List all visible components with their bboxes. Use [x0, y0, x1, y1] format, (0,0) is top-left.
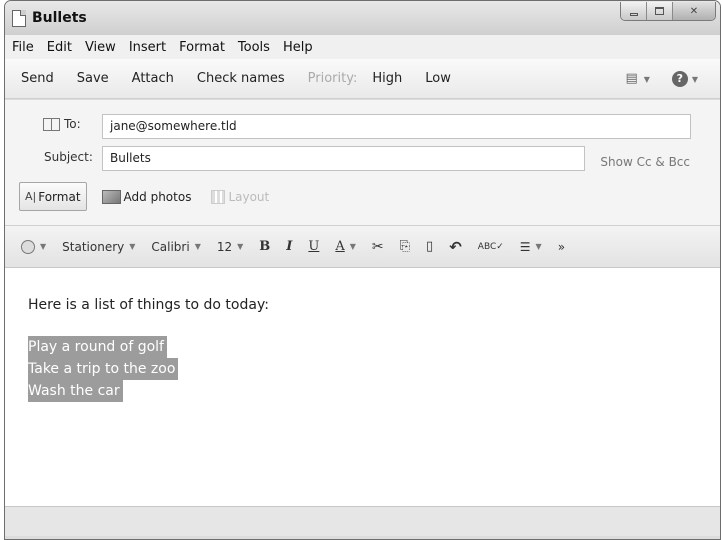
help-dropdown-icon[interactable]: ▼ [692, 75, 698, 84]
layout-label: Layout [228, 189, 270, 204]
undo-icon[interactable]: ↶ [449, 238, 462, 256]
close-icon: ✕ [689, 5, 699, 17]
chevron-down-icon: ▼ [194, 242, 201, 251]
selected-list: Play a round of golf Take a trip to the … [28, 336, 720, 402]
formatting-toolbar: ▼ Stationery ▼ Calibri ▼ 12 ▼ B I U A ▼ ✂ ⎘ … [5, 225, 720, 268]
stationery-label: Stationery [62, 239, 125, 254]
message-body[interactable]: Here is a list of things to do today: Pl… [5, 268, 720, 506]
close-button[interactable]: ✕ [673, 2, 715, 20]
format-icon: A| [25, 190, 37, 203]
font-size-dropdown[interactable]: 12 ▼ [217, 240, 243, 254]
format-button[interactable]: A| Format [19, 182, 87, 211]
underline-icon[interactable]: U [308, 239, 319, 254]
bullets-button[interactable]: ☰ ▼ [520, 240, 542, 254]
feeds-icon[interactable]: ▤ [624, 71, 640, 87]
chevron-down-icon: ▼ [535, 242, 542, 251]
priority-low-button[interactable]: Low [425, 71, 451, 86]
subject-field[interactable]: Bullets [102, 146, 585, 171]
attach-button[interactable]: Attach [132, 71, 174, 86]
menu-help[interactable]: Help [283, 40, 313, 55]
format-bar: A| Format Add photos Layout [19, 182, 284, 211]
photo-icon [101, 189, 121, 204]
menu-insert[interactable]: Insert [129, 40, 166, 55]
paste-icon[interactable]: ▯ [426, 239, 433, 254]
format-label: Format [38, 189, 81, 204]
main-toolbar: Send Save Attach Check names Priority: H… [5, 59, 720, 99]
chevron-down-icon: ▼ [349, 242, 356, 251]
message-header: To: jane@somewhere.tld Subject: Bullets … [5, 100, 720, 225]
layout-button[interactable]: Layout [206, 182, 274, 211]
address-book-icon[interactable] [43, 117, 60, 131]
font-color-button[interactable]: A ▼ [335, 239, 356, 254]
check-names-button[interactable]: Check names [197, 71, 285, 86]
menu-edit[interactable]: Edit [47, 40, 72, 55]
title-bar[interactable]: Bullets ✕ [5, 1, 720, 35]
window-title: Bullets [32, 10, 87, 26]
send-button[interactable]: Send [21, 71, 54, 86]
smiley-icon [21, 239, 35, 254]
menu-format[interactable]: Format [179, 40, 225, 55]
bold-icon[interactable]: B [259, 239, 270, 254]
to-label: To: [64, 117, 81, 131]
maximize-button[interactable] [647, 2, 673, 20]
emoticon-button[interactable]: ▼ [21, 239, 47, 254]
stationery-dropdown[interactable]: Stationery ▼ [62, 240, 135, 254]
save-button[interactable]: Save [77, 71, 109, 86]
list-item: Wash the car [28, 380, 123, 402]
layout-icon [211, 189, 226, 204]
list-item: Play a round of golf [28, 336, 167, 358]
show-cc-bcc-link[interactable]: Show Cc & Bcc [600, 155, 690, 169]
priority-label: Priority: [307, 71, 358, 86]
feeds-dropdown-icon[interactable]: ▼ [644, 75, 650, 84]
intro-text: Here is a list of things to do today: [28, 297, 269, 313]
minimize-button[interactable] [621, 2, 647, 20]
chevron-down-icon: ▼ [237, 242, 244, 251]
copy-icon[interactable]: ⎘ [400, 239, 410, 254]
bullet-list-icon: ☰ [519, 239, 531, 254]
font-color-icon: A [335, 239, 345, 254]
font-dropdown[interactable]: Calibri ▼ [151, 240, 200, 254]
font-size-label: 12 [216, 239, 233, 254]
font-label: Calibri [151, 239, 190, 254]
spell-check-icon[interactable]: ABC✓ [478, 242, 504, 252]
menu-bar: File Edit View Insert Format Tools Help [5, 35, 720, 59]
italic-icon[interactable]: I [286, 239, 292, 254]
priority-high-button[interactable]: High [372, 71, 402, 86]
cut-icon[interactable]: ✂ [372, 239, 384, 255]
menu-file[interactable]: File [12, 40, 34, 55]
subject-label: Subject: [44, 150, 93, 164]
toolbar-right: ▤ ▼ ? ▼ [624, 71, 698, 87]
window-controls: ✕ [620, 2, 716, 21]
document-icon [12, 10, 26, 27]
add-photos-button[interactable]: Add photos [97, 182, 197, 211]
minimize-icon [629, 12, 638, 16]
subject-row: Subject: [44, 150, 93, 164]
compose-window: Bullets ✕ File Edit View Insert Format T… [4, 0, 721, 540]
help-icon[interactable]: ? [671, 71, 688, 87]
chevron-down-icon: ▼ [129, 242, 136, 251]
menu-view[interactable]: View [85, 40, 116, 55]
add-photos-label: Add photos [123, 189, 192, 204]
maximize-icon [655, 7, 664, 15]
status-bar [5, 506, 720, 536]
overflow-chevron-icon[interactable]: » [558, 240, 565, 254]
to-field[interactable]: jane@somewhere.tld [102, 114, 691, 139]
chevron-down-icon: ▼ [40, 242, 47, 251]
menu-tools[interactable]: Tools [238, 40, 270, 55]
to-row: To: [43, 117, 81, 131]
list-item: Take a trip to the zoo [28, 358, 179, 380]
